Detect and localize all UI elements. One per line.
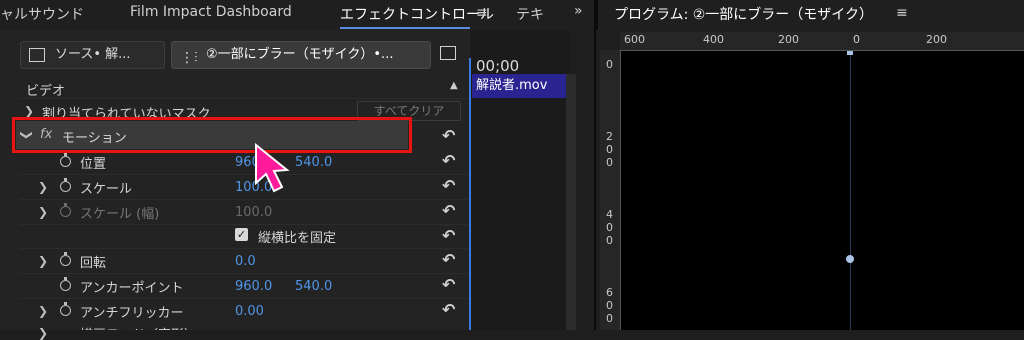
reset-icon[interactable]: ↶ — [442, 126, 455, 145]
reset-icon[interactable]: ↶ — [442, 300, 455, 319]
position-label: 位置 — [80, 157, 107, 172]
playhead[interactable] — [469, 58, 471, 330]
chevron-right-icon[interactable]: ❯ — [38, 180, 48, 194]
source-grid-icon — [29, 48, 45, 62]
chevron-right-icon[interactable]: ❯ — [38, 326, 48, 340]
rotation-label: 回転 — [80, 256, 107, 271]
stopwatch-icon[interactable] — [60, 153, 71, 167]
active-tab-indicator — [340, 27, 470, 29]
divider — [20, 199, 468, 200]
divider — [20, 98, 468, 99]
divider — [20, 273, 468, 274]
chevron-right-icon[interactable]: ❯ — [38, 304, 48, 318]
cursor-arrow-icon — [255, 143, 290, 193]
anchor-point-y-value[interactable]: 540.0 — [295, 279, 332, 294]
clip-bar[interactable]: 解説者.mov — [472, 74, 566, 98]
anti-flicker-label: アンチフリッカー — [80, 306, 184, 321]
divider — [20, 224, 468, 225]
sequence-clip-label: ②一部にブラー（モザイク）•... — [206, 47, 394, 62]
anchor-point-x-value[interactable]: 960.0 — [235, 279, 272, 294]
anchor-point-handle[interactable] — [846, 255, 854, 263]
chevron-right-icon[interactable]: ❯ — [38, 205, 48, 219]
timecode-display: 00;00 — [476, 57, 520, 75]
scale-width-value: 100.0 — [235, 205, 273, 220]
section-video-label: ビデオ — [26, 84, 66, 99]
reset-icon[interactable]: ↶ — [442, 250, 455, 269]
source-clip-label: ソース• 解... — [55, 47, 131, 62]
stopwatch-icon[interactable] — [60, 302, 71, 316]
rotation-value[interactable]: 0.0 — [235, 254, 256, 269]
tab-effect-controls[interactable]: エフェクトコントロール — [340, 4, 494, 24]
chevron-right-icon[interactable]: ❯ — [38, 254, 48, 268]
sequence-icon: ⋮⫶ — [180, 50, 198, 66]
chevron-down-icon[interactable]: ❯ — [24, 104, 34, 118]
scrollbar[interactable] — [566, 74, 576, 330]
reset-icon[interactable]: ↶ — [442, 275, 455, 294]
anchor-point-label: アンカーポイント — [80, 281, 184, 296]
program-canvas[interactable] — [621, 51, 1024, 330]
stopwatch-icon[interactable] — [60, 252, 71, 266]
ruler-marker — [847, 51, 853, 55]
highlight-box — [12, 117, 412, 153]
scale-width-label: スケール (幅) — [80, 207, 160, 222]
ruler-top-label: 0 — [853, 33, 860, 46]
tab-essential-sound[interactable]: ャルサウンド — [0, 4, 84, 24]
anti-flicker-value[interactable]: 0.00 — [235, 304, 264, 319]
ruler-left-label: 4 0 0 — [606, 208, 613, 247]
divider — [20, 174, 468, 175]
stopwatch-icon[interactable] — [60, 277, 71, 291]
reset-icon[interactable]: ↶ — [442, 176, 455, 195]
tab-film-impact-dashboard[interactable]: Film Impact Dashboard — [130, 4, 292, 20]
ruler-left-label: 2 0 0 — [606, 130, 613, 169]
tab-text[interactable]: テキ — [516, 4, 544, 24]
divider — [20, 298, 468, 299]
program-monitor-title[interactable]: プログラム: ②一部にブラー（モザイク） — [614, 4, 873, 24]
panel-menu-icon[interactable]: ≡ — [476, 5, 488, 21]
tab-overflow-icon[interactable]: » — [574, 3, 583, 19]
reset-icon[interactable]: ↶ — [442, 226, 455, 245]
toggle-timeline-view-icon[interactable] — [440, 46, 456, 60]
uniform-scale-checkbox[interactable]: ✓ — [235, 228, 248, 241]
ruler-top-label: 400 — [703, 33, 724, 46]
program-menu-icon[interactable]: ≡ — [896, 5, 908, 21]
scale-label: スケール — [80, 182, 133, 197]
position-y-value[interactable]: 540.0 — [295, 155, 332, 170]
reset-icon[interactable]: ↶ — [442, 151, 455, 170]
collapse-up-icon[interactable]: ▲ — [450, 80, 458, 91]
source-clip-selector[interactable]: ソース• 解... — [20, 41, 165, 69]
ruler-top — [620, 32, 1024, 51]
stopwatch-icon[interactable] — [60, 178, 71, 192]
ruler-top-label: 600 — [624, 33, 645, 46]
reset-icon[interactable]: ↶ — [442, 201, 455, 220]
ruler-top-label: 200 — [926, 33, 947, 46]
uniform-scale-label: 縦横比を固定 — [258, 231, 337, 246]
ruler-left-label: 0 — [606, 58, 613, 71]
blend-mode-label: 描画モード（変形） — [80, 324, 197, 330]
ruler-top-label: 200 — [778, 33, 799, 46]
ruler-left-label: 6 0 0 — [606, 286, 613, 325]
divider — [20, 248, 468, 249]
sequence-clip-selector[interactable]: ⋮⫶ ②一部にブラー（モザイク）•... — [171, 41, 431, 69]
guide-line — [850, 51, 851, 330]
stopwatch-icon — [60, 203, 71, 217]
